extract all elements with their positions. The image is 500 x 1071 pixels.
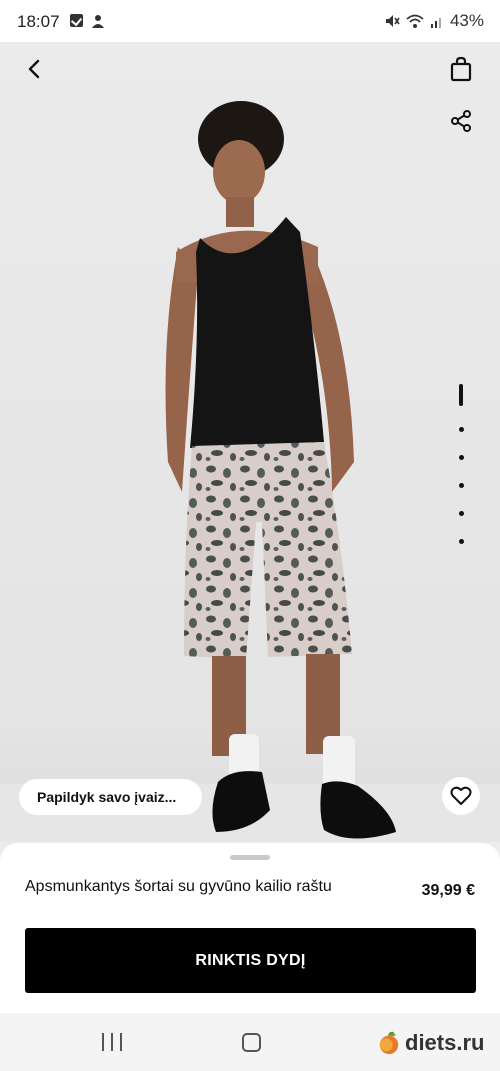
pager-dot[interactable]	[459, 455, 464, 460]
recent-apps-button[interactable]	[102, 1033, 122, 1051]
sheet-grabber[interactable]	[230, 855, 270, 860]
choose-size-button[interactable]: RINKTIS DYDĮ	[25, 928, 476, 993]
share-button[interactable]	[444, 104, 478, 138]
choose-size-label: RINKTIS DYDĮ	[195, 951, 306, 969]
heart-icon	[450, 786, 472, 805]
complete-look-label: Papildyk savo įvaiz...	[37, 789, 177, 805]
system-nav-bar: diets.ru	[0, 1013, 500, 1071]
recent-bar	[111, 1033, 113, 1051]
favorite-button[interactable]	[442, 777, 480, 815]
home-button[interactable]	[242, 1033, 261, 1052]
wifi-icon	[406, 14, 424, 28]
status-left-icons	[70, 14, 105, 28]
complete-look-chip[interactable]: Papildyk savo įvaiz...	[19, 779, 202, 815]
product-sheet: Apsmunkantys šortai su gyvūno kailio raš…	[0, 843, 500, 1013]
status-bar: 18:07 43%	[0, 0, 500, 42]
pager-active-indicator	[459, 384, 463, 406]
product-name: Apsmunkantys šortai su gyvūno kailio raš…	[25, 878, 332, 895]
pager-dot[interactable]	[459, 539, 464, 544]
recent-bar	[120, 1033, 122, 1051]
model-figure	[165, 101, 396, 839]
watermark-text: diets.ru	[405, 1030, 485, 1055]
recent-bar	[102, 1033, 104, 1051]
pager-dot[interactable]	[459, 511, 464, 516]
checkbox-icon	[70, 14, 83, 27]
shopping-bag-button[interactable]	[444, 52, 478, 86]
pager-dot[interactable]	[459, 483, 464, 488]
battery-level: 43%	[449, 11, 484, 30]
apple-logo-icon	[379, 1031, 399, 1055]
pager-dot[interactable]	[459, 427, 464, 432]
back-button[interactable]	[18, 53, 50, 85]
person-icon	[92, 15, 104, 28]
signal-icon	[430, 18, 441, 28]
product-price: 39,99 €	[421, 882, 475, 899]
share-icon	[451, 110, 471, 132]
status-time: 18:07	[17, 12, 60, 31]
shopping-bag-icon	[450, 56, 472, 82]
product-photo[interactable]	[0, 42, 500, 842]
watermark: diets.ru	[377, 1030, 484, 1056]
chevron-left-icon	[28, 59, 40, 79]
mute-icon	[385, 15, 400, 27]
status-right: 43%	[384, 11, 484, 31]
